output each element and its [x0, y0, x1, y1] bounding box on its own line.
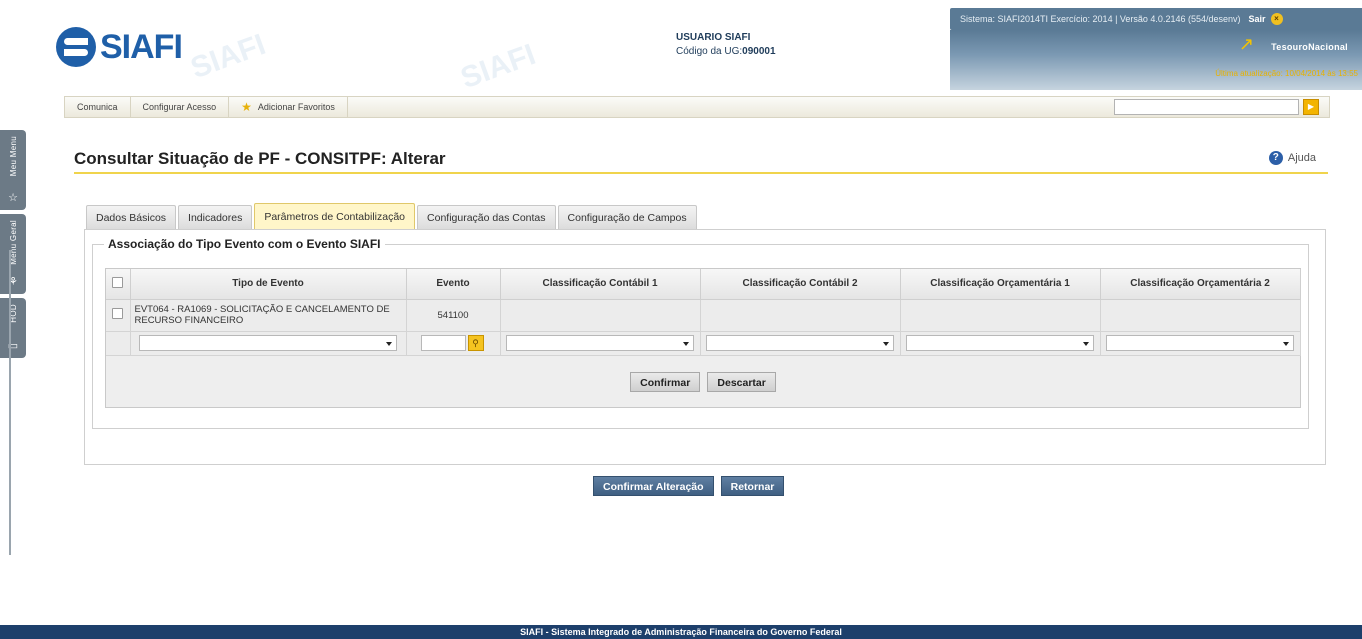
association-legend: Associação do Tipo Evento com o Evento S… — [104, 237, 385, 251]
ug-info: Código da UG:090001 — [676, 45, 776, 59]
tab-dados-basicos[interactable]: Dados Básicos — [86, 205, 177, 229]
cc1-select[interactable] — [506, 335, 694, 351]
chevron-down-icon — [1282, 342, 1289, 346]
search-icon[interactable]: ⚲ — [467, 335, 484, 351]
side-tab-meu-menu[interactable]: Meu Menu ☆ — [0, 130, 26, 210]
tipo-evento-value: EVT064 - RA1069 - SOLICITAÇÃO E CANCELAM… — [134, 304, 390, 326]
footer: SIAFI - Sistema Integrado de Administraç… — [0, 625, 1362, 639]
tipo-evento-select[interactable] — [138, 335, 398, 351]
system-bar: Sistema: SIAFI2014TI Exercício: 2014 | V… — [950, 8, 1362, 30]
side-tab-menu-geral[interactable]: Menu Geral ⚘ — [0, 214, 26, 294]
system-info: Sistema: SIAFI2014TI Exercício: 2014 | V… — [960, 14, 1241, 24]
side-tab-label: Meu Menu — [8, 136, 18, 177]
co2-select-cell — [1100, 331, 1301, 356]
table-edit-row: ⚲ — [106, 331, 1301, 356]
logout-button[interactable]: Sair — [1249, 14, 1266, 24]
ug-label: Código da UG: — [676, 46, 743, 57]
row-action-buttons: Confirmar Descartar — [106, 372, 1300, 392]
menu-item-adicionar-favoritos[interactable]: ★ Adicionar Favoritos — [229, 97, 348, 117]
chevron-down-icon — [682, 342, 689, 346]
tab-configuracao-campos[interactable]: Configuração de Campos — [557, 205, 697, 229]
siafi-logo: SIAFI — [56, 27, 183, 67]
association-grid: Tipo de Evento Evento Classificação Cont… — [105, 268, 1301, 408]
chevron-down-icon — [386, 342, 393, 346]
siafi-watermark: SIAFI — [186, 27, 270, 86]
tesouro-nacional-logo: TesouroNacional — [1271, 42, 1348, 52]
discard-button[interactable]: Descartar — [707, 372, 776, 392]
column-header: Classificação Contábil 1 — [500, 269, 701, 300]
logout-icon[interactable]: × — [1270, 13, 1283, 25]
last-update: Última atualização: 10/04/2014 às 13:55 — [1215, 69, 1358, 78]
cc1-select-cell — [500, 331, 701, 356]
select-all-cell — [106, 269, 131, 300]
help-icon: ? — [1268, 151, 1283, 165]
siafi-logo-icon — [56, 27, 96, 67]
star-icon: ☆ — [8, 192, 18, 204]
side-tabs: Meu Menu ☆ Menu Geral ⚘ HOD ▭ — [0, 130, 32, 362]
evento-input-cell: ⚲ — [406, 331, 501, 356]
menu-search-input[interactable] — [1114, 99, 1299, 115]
co1-cell — [900, 299, 1101, 332]
row-checkbox[interactable] — [112, 308, 124, 319]
user-info: USUARIO SIAFI Código da UG:090001 — [676, 31, 776, 59]
cc2-select-cell — [700, 331, 901, 356]
side-tab-hod[interactable]: HOD ▭ — [0, 298, 26, 358]
row-select-cell — [106, 299, 131, 332]
star-icon: ★ — [241, 100, 252, 114]
chevron-down-icon — [882, 342, 889, 346]
cc2-cell — [700, 299, 901, 332]
help-label: Ajuda — [1287, 152, 1316, 164]
tab-indicadores[interactable]: Indicadores — [178, 205, 253, 229]
association-table: Tipo de Evento Evento Classificação Cont… — [106, 269, 1301, 356]
header-band — [950, 30, 1362, 90]
select-all-checkbox[interactable] — [112, 276, 124, 288]
return-button[interactable]: Retornar — [720, 476, 785, 496]
table-header-row: Tipo de Evento Evento Classificação Cont… — [106, 269, 1301, 300]
confirm-change-button[interactable]: Confirmar Alteração — [593, 476, 714, 496]
edit-row-spacer — [106, 331, 131, 356]
ug-value: 090001 — [742, 46, 776, 57]
table-row: EVT064 - RA1069 - SOLICITAÇÃO E CANCELAM… — [106, 299, 1301, 332]
page-actions: Confirmar Alteração Retornar — [593, 476, 788, 496]
column-header: Tipo de Evento — [130, 269, 407, 300]
co1-select[interactable] — [906, 335, 1094, 351]
column-header: Classificação Orçamentária 1 — [900, 269, 1101, 300]
siafi-watermark: SIAFI — [456, 37, 540, 96]
column-header: Classificação Contábil 2 — [700, 269, 901, 300]
menu-item-comunica[interactable]: Comunica — [65, 97, 131, 117]
confirm-button[interactable]: Confirmar — [630, 372, 701, 392]
menu-bar: Comunica Configurar Acesso ★ Adicionar F… — [64, 96, 1330, 118]
menu-item-configurar-acesso[interactable]: Configurar Acesso — [131, 97, 230, 117]
help-link[interactable]: ? Ajuda — [1268, 151, 1316, 165]
user-name: USUARIO SIAFI — [676, 32, 751, 43]
evento-cell: 541100 — [406, 299, 501, 332]
chevron-down-icon — [1082, 342, 1089, 346]
tesouro-logo-icon: ↗ — [1238, 34, 1254, 54]
co2-cell — [1100, 299, 1301, 332]
co2-select[interactable] — [1106, 335, 1294, 351]
tab-parametros-contabilizacao[interactable]: Parâmetros de Contabilização — [254, 203, 416, 229]
tipo-evento-select-cell — [130, 331, 407, 356]
menu-item-label: Adicionar Favoritos — [257, 102, 335, 112]
menu-search-go-button[interactable]: ▶ — [1303, 99, 1319, 115]
side-divider — [9, 250, 11, 555]
page-title: Consultar Situação de PF - CONSITPF: Alt… — [74, 149, 446, 168]
logo-text: SIAFI — [100, 27, 183, 66]
title-divider — [74, 172, 1328, 174]
column-header: Evento — [406, 269, 501, 300]
cc1-cell — [500, 299, 701, 332]
tipo-evento-cell: EVT064 - RA1069 - SOLICITAÇÃO E CANCELAM… — [130, 299, 407, 332]
tab-configuracao-contas[interactable]: Configuração das Contas — [417, 205, 556, 229]
column-header: Classificação Orçamentária 2 — [1100, 269, 1301, 300]
tab-bar: Dados Básicos Indicadores Parâmetros de … — [86, 203, 699, 229]
cc2-select[interactable] — [706, 335, 894, 351]
evento-input[interactable] — [420, 335, 466, 351]
co1-select-cell — [900, 331, 1101, 356]
